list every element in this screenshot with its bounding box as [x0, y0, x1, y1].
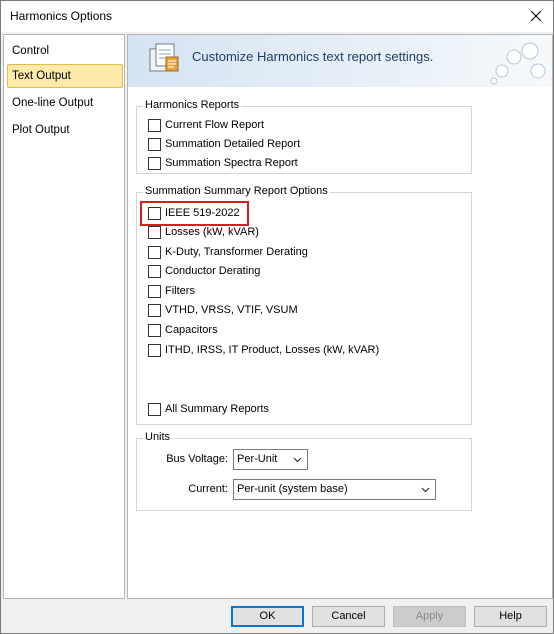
sidebar-item-label: Control: [12, 45, 50, 57]
losses-checkbox[interactable]: [148, 225, 161, 239]
current-value: Per-unit (system base): [237, 483, 348, 495]
decorative-bubbles-icon: [490, 42, 546, 85]
summation-spectra-report-checkbox[interactable]: [148, 156, 161, 170]
ieee-519-option[interactable]: IEEE 519-2022: [148, 205, 240, 221]
ithd-label: ITHD, IRSS, IT Product, Losses (kW, kVAR…: [165, 344, 380, 356]
k-duty-option[interactable]: K-Duty, Transformer Derating: [148, 244, 308, 260]
bus-voltage-label: Bus Voltage:: [166, 453, 228, 465]
window-title: Harmonics Options: [10, 9, 113, 23]
losses-label: Losses (kW, kVAR): [165, 226, 259, 238]
ieee-519-label: IEEE 519-2022: [165, 207, 240, 219]
sidebar-item-plot-output[interactable]: Plot Output: [7, 118, 123, 142]
current-flow-report-option[interactable]: Current Flow Report: [148, 117, 264, 133]
all-summary-reports-option[interactable]: All Summary Reports: [148, 401, 269, 417]
units-group: Units Bus Voltage: Per-Unit Current: Per…: [136, 431, 472, 511]
banner-title: Customize Harmonics text report settings…: [192, 49, 434, 64]
ok-button[interactable]: OK: [231, 606, 304, 627]
k-duty-label: K-Duty, Transformer Derating: [165, 246, 308, 258]
conductor-derating-option[interactable]: Conductor Derating: [148, 263, 260, 279]
current-flow-report-checkbox[interactable]: [148, 118, 161, 132]
sidebar-item-label: Text Output: [12, 70, 71, 82]
report-settings-icon: [149, 43, 179, 72]
vthd-option[interactable]: VTHD, VRSS, VTIF, VSUM: [148, 302, 298, 318]
chevron-down-icon: [421, 480, 430, 499]
summation-detailed-report-label: Summation Detailed Report: [165, 138, 301, 150]
capacitors-label: Capacitors: [165, 324, 218, 336]
bus-voltage-value: Per-Unit: [237, 453, 278, 465]
ithd-checkbox[interactable]: [148, 343, 161, 357]
cancel-button[interactable]: Cancel: [312, 606, 385, 627]
sidebar-item-control[interactable]: Control: [7, 39, 123, 63]
harmonics-reports-title: Harmonics Reports: [143, 99, 242, 111]
conductor-derating-checkbox[interactable]: [148, 264, 161, 278]
close-button[interactable]: [525, 5, 547, 27]
conductor-derating-label: Conductor Derating: [165, 265, 261, 277]
losses-option[interactable]: Losses (kW, kVAR): [148, 224, 259, 240]
vthd-label: VTHD, VRSS, VTIF, VSUM: [165, 304, 298, 316]
filters-label: Filters: [165, 285, 195, 297]
vthd-checkbox[interactable]: [148, 303, 161, 317]
sidebar: Control Text Output One-line Output Plot…: [3, 34, 125, 599]
all-summary-reports-checkbox[interactable]: [148, 402, 161, 416]
sidebar-item-one-line-output[interactable]: One-line Output: [7, 91, 123, 115]
summation-spectra-report-option[interactable]: Summation Spectra Report: [148, 155, 298, 171]
sidebar-item-label: One-line Output: [12, 97, 94, 109]
current-select[interactable]: Per-unit (system base): [233, 479, 436, 500]
help-button[interactable]: Help: [474, 606, 547, 627]
ithd-option[interactable]: ITHD, IRSS, IT Product, Losses (kW, kVAR…: [148, 342, 379, 358]
filters-option[interactable]: Filters: [148, 283, 195, 299]
harmonics-options-dialog: Harmonics Options Control Text Output On…: [0, 0, 554, 634]
filters-checkbox[interactable]: [148, 284, 161, 298]
current-flow-report-label: Current Flow Report: [165, 119, 265, 131]
sidebar-item-text-output[interactable]: Text Output: [7, 64, 123, 88]
current-label: Current:: [188, 483, 228, 495]
content-panel: Customize Harmonics text report settings…: [127, 34, 553, 599]
capacitors-checkbox[interactable]: [148, 323, 161, 337]
title-bar: Harmonics Options: [1, 1, 553, 32]
header-banner: Customize Harmonics text report settings…: [128, 35, 552, 87]
harmonics-reports-group: Harmonics Reports Current Flow Report Su…: [136, 99, 472, 174]
summation-detailed-report-option[interactable]: Summation Detailed Report: [148, 136, 300, 152]
sidebar-item-label: Plot Output: [12, 124, 70, 136]
bus-voltage-select[interactable]: Per-Unit: [233, 449, 308, 470]
all-summary-reports-label: All Summary Reports: [165, 403, 269, 415]
units-title: Units: [143, 431, 173, 443]
apply-button[interactable]: Apply: [393, 606, 466, 627]
close-icon: [530, 10, 542, 22]
ieee-519-checkbox[interactable]: [148, 206, 161, 220]
k-duty-checkbox[interactable]: [148, 245, 161, 259]
summation-detailed-report-checkbox[interactable]: [148, 137, 161, 151]
summation-spectra-report-label: Summation Spectra Report: [165, 157, 298, 169]
summary-options-title: Summation Summary Report Options: [143, 185, 330, 197]
capacitors-option[interactable]: Capacitors: [148, 322, 218, 338]
chevron-down-icon: [293, 450, 302, 469]
dialog-footer: OK Cancel Apply Help: [1, 599, 553, 633]
summary-options-group: Summation Summary Report Options IEEE 51…: [136, 185, 472, 425]
